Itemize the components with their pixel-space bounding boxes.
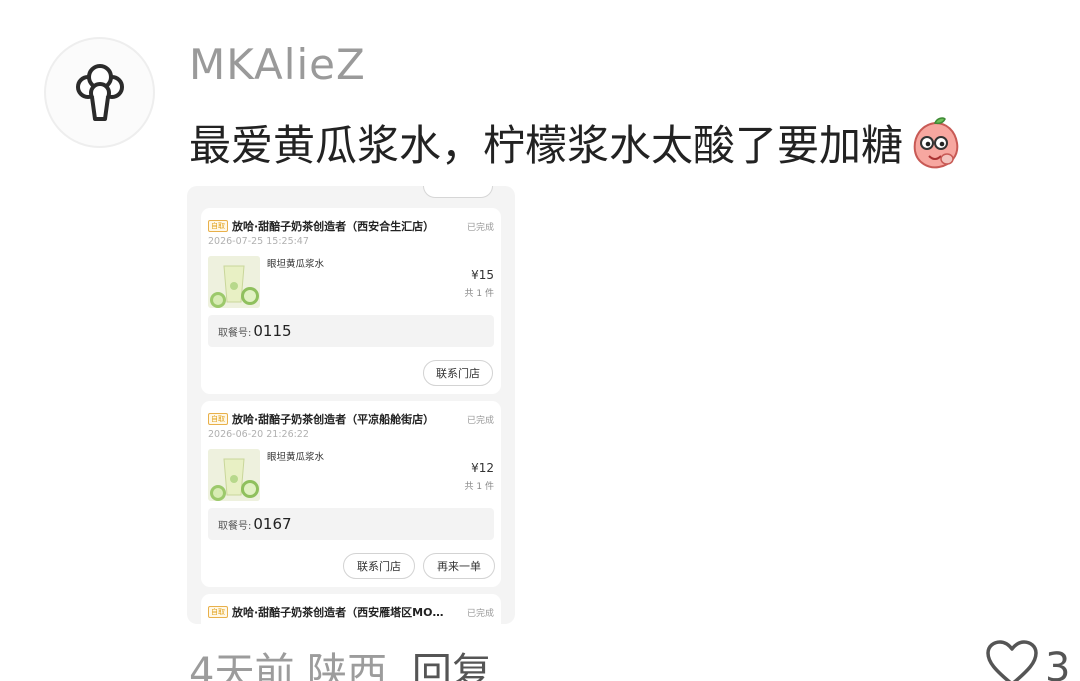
order-card: 自取 放哈·甜醅子奶茶创造者（平凉船舱街店） 已完成 2026-06-20 21… [201, 401, 501, 587]
pickup-label: 取餐号: [218, 327, 252, 339]
like-button[interactable]: 3 [985, 640, 1070, 681]
order-card: 自取 放哈·甜醅子奶茶创造者（西安合生汇店） 已完成 2026-07-25 15… [201, 208, 501, 394]
order-status: 已完成 [466, 609, 494, 619]
item-name: 眼坦黄瓜浆水 [267, 452, 325, 463]
order-status: 已完成 [466, 416, 494, 426]
contact-store-button[interactable]: 联系门店 [343, 553, 415, 579]
store-name: 放哈·甜醅子奶茶创造者（西安合生汇店） [232, 220, 435, 233]
store-name: 放哈·甜醅子奶茶创造者（平凉船舱街店） [232, 413, 435, 426]
pickup-tag: 自取 [208, 413, 228, 425]
order-card: 自取 放哈·甜醅子奶茶创造者（西安雁塔区MO… 已完成 [201, 594, 501, 624]
item-price: ¥12 [471, 461, 494, 475]
order-time: 2026-06-20 21:26:22 [208, 429, 309, 440]
product-thumbnail [208, 449, 260, 501]
pickup-tag: 自取 [208, 606, 228, 618]
item-name: 眼坦黄瓜浆水 [267, 259, 325, 270]
item-quantity: 共 1 件 [464, 289, 494, 299]
comment-text-row: 最爱黄瓜浆水，柠檬浆水太酸了要加糖 [189, 112, 963, 173]
order-time: 2026-07-25 15:25:47 [208, 236, 309, 247]
contact-store-button[interactable]: 联系门店 [423, 360, 493, 386]
order-screenshot[interactable]: 自取 放哈·甜醅子奶茶创造者（西安合生汇店） 已完成 2026-07-25 15… [187, 186, 515, 624]
like-count: 3 [1045, 645, 1071, 681]
comment-location: 陕西 [307, 650, 388, 681]
avatar[interactable] [44, 37, 155, 148]
broccoli-icon [75, 63, 124, 121]
pickup-number: 0115 [253, 322, 292, 340]
reply-button[interactable]: 回复 [412, 650, 492, 681]
pickup-number-box: 取餐号: 0115 [208, 315, 494, 347]
comment-time: 4天前 [189, 650, 295, 681]
item-price: ¥15 [471, 268, 494, 282]
username[interactable]: MKAlieZ [189, 40, 366, 89]
store-name: 放哈·甜醅子奶茶创造者（西安雁塔区MO… [232, 606, 444, 619]
product-thumbnail [208, 256, 260, 308]
pickup-number-box: 取餐号: 0167 [208, 508, 494, 540]
pickup-number: 0167 [253, 515, 292, 533]
item-quantity: 共 1 件 [464, 482, 494, 492]
pickup-tag: 自取 [208, 220, 228, 232]
comment-meta: 4天前 陕西 回复 [189, 640, 492, 681]
order-status: 已完成 [466, 223, 494, 233]
heart-outline-icon [986, 640, 1038, 681]
reorder-button[interactable]: 再来一单 [423, 553, 495, 579]
cut-off-button [423, 186, 493, 198]
pickup-label: 取餐号: [218, 520, 252, 532]
comment-text: 最爱黄瓜浆水，柠檬浆水太酸了要加糖 [189, 121, 904, 170]
peach-face-emoji-icon [913, 116, 959, 168]
